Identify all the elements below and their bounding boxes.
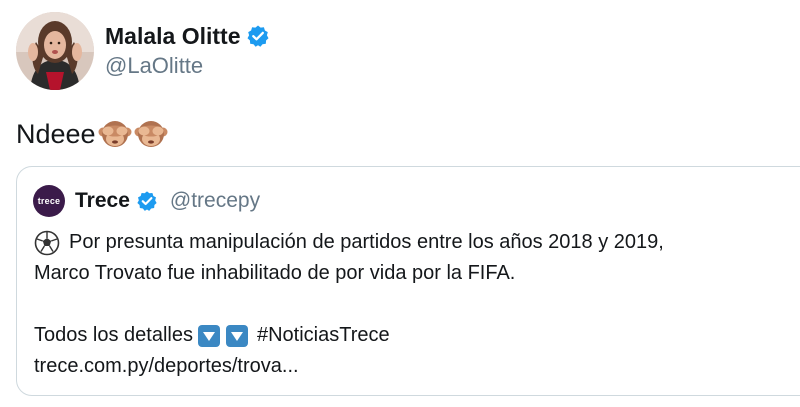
soccer-ball-icon [34,230,60,256]
quoted-link-line: trece.com.py/deportes/trova... [34,351,800,382]
tweet-card: Malala Olitte @LaOlitte Ndeee trece Trec… [0,0,800,407]
quoted-text-line-1: Por presunta manipulación de partidos en… [69,231,664,253]
quoted-line-1: Por presunta manipulación de partidos en… [34,227,800,258]
tweet-text: Ndeee [16,114,168,154]
quoted-tweet[interactable]: trece Trece @trecepy Por presunta manipu… [16,166,800,396]
quoted-line-2: Marco Trovato fue inhabilitado de por vi… [34,258,800,289]
see-no-evil-monkey-icon [134,117,168,151]
quoted-avatar-label: trece [37,196,61,206]
down-arrow-button-icon [197,324,221,348]
quoted-display-name[interactable]: Trece [75,189,130,213]
tweet-text-content: Ndeee [16,119,96,149]
details-label: Todos los detalles [34,324,193,346]
down-arrow-button-icon [225,324,249,348]
quoted-text-line-2: Marco Trovato fue inhabilitado de por vi… [34,262,516,284]
author-names: Malala Olitte @LaOlitte [105,21,270,81]
verified-badge-icon [246,24,270,48]
name-row: Malala Olitte [105,21,270,51]
avatar[interactable] [16,12,94,90]
tweet-header: Malala Olitte @LaOlitte [16,12,270,90]
quoted-tweet-header: trece Trece @trecepy [33,185,260,217]
verified-badge-icon [136,190,158,212]
quoted-spacer [34,289,800,320]
article-link[interactable]: trece.com.py/deportes/trova... [34,351,299,382]
quoted-handle[interactable]: @trecepy [170,189,260,213]
author-handle[interactable]: @LaOlitte [105,51,270,81]
hashtag-link[interactable]: #NoticiasTrece [257,320,390,351]
author-display-name[interactable]: Malala Olitte [105,21,240,51]
quoted-avatar[interactable]: trece [33,185,65,217]
quoted-tweet-body: Por presunta manipulación de partidos en… [34,227,800,382]
see-no-evil-monkey-icon [98,117,132,151]
quoted-details-line: Todos los detalles #NoticiasTrece [34,320,800,351]
